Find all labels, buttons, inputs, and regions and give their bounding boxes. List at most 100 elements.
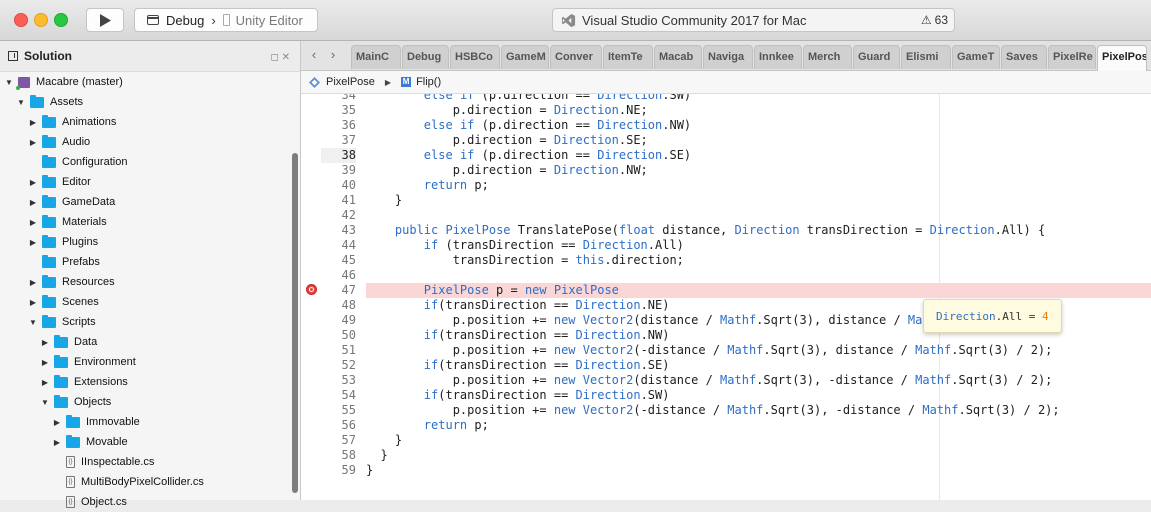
collapsed-arrow-icon[interactable]: ▶ [40,378,50,387]
code-line[interactable]: 41 } [301,193,1151,208]
document-tab[interactable]: PixelRe [1048,45,1096,69]
document-tab[interactable]: Saves [1001,45,1047,69]
collapsed-arrow-icon[interactable]: ▶ [40,358,50,367]
tree-folder-item[interactable]: ▶ Immovable [0,412,300,432]
tree-file-item[interactable]: {} IInspectable.cs [0,452,300,472]
document-tab[interactable]: Elismi [901,45,951,69]
collapsed-arrow-icon[interactable]: ▶ [28,138,38,147]
tree-folder-item[interactable]: ▼ Assets [0,92,300,112]
code-line[interactable]: 37 p.direction = Direction.SE; [301,133,1151,148]
tabs-back-button[interactable]: ‹ [306,47,322,63]
document-tab[interactable]: ItemTe [603,45,653,69]
code-area[interactable]: 34 else if (p.direction == Direction.SW)… [301,94,1151,500]
document-tab[interactable]: PixelPose [1097,45,1147,71]
tree-folder-item[interactable]: Prefabs [0,252,300,272]
tree-folder-item[interactable]: ▶ Environment [0,352,300,372]
code-line[interactable]: 44 if (transDirection == Direction.All) [301,238,1151,253]
code-text: p.position += new Vector2(distance / Mat… [366,373,1053,387]
tree-file-item[interactable]: {} Object.cs [0,492,300,512]
code-editor: ‹ › MainC Debug HSBCo GameM Conver ItemTe Maca… [301,41,1151,500]
tabs-forward-button[interactable]: › [325,47,341,63]
code-text: else if (p.direction == Direction.NW) [423,118,692,132]
minimize-window-button[interactable] [34,13,48,27]
collapsed-arrow-icon[interactable]: ▶ [52,418,62,427]
code-line[interactable]: 54 if(transDirection == Direction.SW) [301,388,1151,403]
document-tab[interactable]: HSBCo [450,45,500,69]
code-line[interactable]: 47 PixelPose p = new PixelPose [301,283,1151,298]
tree-folder-item[interactable]: ▶ Data [0,332,300,352]
tree-folder-item[interactable]: ▶ Animations [0,112,300,132]
tree-folder-item[interactable]: ▶ Editor [0,172,300,192]
tree-item-label: Macabre (master) [36,76,123,88]
tree-folder-item[interactable]: ▼ Scripts [0,312,300,332]
collapsed-arrow-icon[interactable]: ▶ [28,118,38,127]
collapsed-arrow-icon[interactable]: ▶ [28,238,38,247]
run-button[interactable] [86,8,124,32]
collapsed-arrow-icon[interactable]: ▶ [28,218,38,227]
code-line[interactable]: 43 public PixelPose TranslatePose(float … [301,223,1151,238]
code-line[interactable]: 56 return p; [301,418,1151,433]
document-tab[interactable]: Conver [550,45,602,69]
code-line[interactable]: 51 p.position += new Vector2(-distance /… [301,343,1151,358]
tree-folder-item[interactable]: ▶ Extensions [0,372,300,392]
tree-folder-item[interactable]: ▶ Resources [0,272,300,292]
code-line[interactable]: 34 else if (p.direction == Direction.SW) [301,94,1151,103]
code-line[interactable]: 55 p.position += new Vector2(-distance /… [301,403,1151,418]
code-line[interactable]: 39 p.direction = Direction.NW; [301,163,1151,178]
tree-folder-item[interactable]: ▼ Objects [0,392,300,412]
tree-folder-item[interactable]: ▶ Scenes [0,292,300,312]
tree-file-item[interactable]: {} MultiBodyPixelCollider.cs [0,472,300,492]
folder-icon [42,194,56,208]
code-line[interactable]: 52 if(transDirection == Direction.SE) [301,358,1151,373]
collapsed-arrow-icon[interactable]: ▶ [28,298,38,307]
expanded-arrow-icon[interactable]: ▼ [40,398,50,407]
close-window-button[interactable] [14,13,28,27]
collapsed-arrow-icon[interactable]: ▶ [52,438,62,447]
code-line[interactable]: 42 [301,208,1151,223]
breadcrumb-method[interactable]: Flip() [416,76,441,88]
folder-icon [30,94,44,108]
breadcrumb-class[interactable]: PixelPose [326,76,375,88]
solution-scrollbar[interactable] [292,153,298,493]
document-tab[interactable]: Merch [803,45,852,69]
document-tab[interactable]: MainC [351,45,401,69]
pad-controls[interactable]: ◻ ✕ [271,52,290,63]
tree-folder-item[interactable]: Configuration [0,152,300,172]
expanded-arrow-icon[interactable]: ▼ [28,318,38,327]
code-line[interactable]: 58 } [301,448,1151,463]
expanded-arrow-icon[interactable]: ▼ [4,78,14,87]
code-line[interactable]: 35 p.direction = Direction.NE; [301,103,1151,118]
document-tab[interactable]: Guard [853,45,900,69]
code-line[interactable]: 57 } [301,433,1151,448]
zoom-window-button[interactable] [54,13,68,27]
document-tab[interactable]: Macab [654,45,702,69]
code-line[interactable]: 46 [301,268,1151,283]
collapsed-arrow-icon[interactable]: ▶ [28,198,38,207]
tree-folder-item[interactable]: ▶ Materials [0,212,300,232]
code-line[interactable]: 40 return p; [301,178,1151,193]
tree-folder-item[interactable]: ▼ Macabre (master) [0,72,300,92]
code-line[interactable]: 59} [301,463,1151,478]
code-line[interactable]: 45 transDirection = this.direction; [301,253,1151,268]
code-line[interactable]: 53 p.position += new Vector2(distance / … [301,373,1151,388]
tree-folder-item[interactable]: ▶ Movable [0,432,300,452]
collapsed-arrow-icon[interactable]: ▶ [28,278,38,287]
tree-folder-item[interactable]: ▶ Audio [0,132,300,152]
document-tab[interactable]: GameT [952,45,1000,69]
document-tab[interactable]: Debug [402,45,449,69]
code-line[interactable]: 38 else if (p.direction == Direction.SE) [301,148,1151,163]
expanded-arrow-icon[interactable]: ▼ [16,98,26,107]
breadcrumb: PixelPose ▶ M Flip() [301,71,1151,94]
warnings-indicator[interactable]: ⚠ 63 [921,13,948,27]
collapsed-arrow-icon[interactable]: ▶ [28,178,38,187]
document-tab[interactable]: GameM [501,45,549,69]
tree-item-label: Configuration [62,156,128,168]
collapsed-arrow-icon[interactable]: ▶ [40,338,50,347]
tree-folder-item[interactable]: ▶ Plugins [0,232,300,252]
tree-folder-item[interactable]: ▶ GameData [0,192,300,212]
breakpoint-icon[interactable] [306,284,317,295]
code-line[interactable]: 36 else if (p.direction == Direction.NW) [301,118,1151,133]
document-tab[interactable]: Innkee [754,45,802,69]
document-tab[interactable]: Naviga [703,45,753,69]
configuration-selector[interactable]: Debug › Unity Editor [134,8,318,32]
